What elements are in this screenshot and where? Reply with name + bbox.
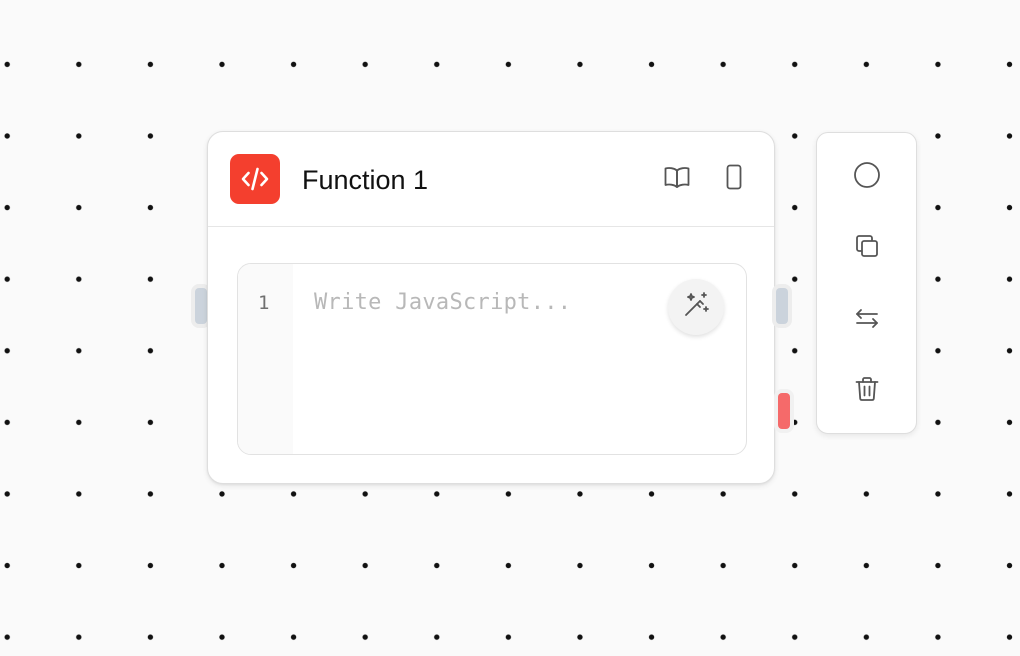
- smartphone-icon: [719, 162, 749, 197]
- workflow-canvas[interactable]: Function 1 1 Write JavaScript...: [0, 0, 1020, 656]
- input-handle[interactable]: [195, 288, 207, 324]
- book-icon: [662, 162, 692, 197]
- magic-wand-icon: [681, 290, 711, 325]
- swap-arrows-icon: [852, 303, 882, 338]
- editor-gutter: 1: [238, 264, 293, 454]
- node-toolbar: [816, 132, 917, 434]
- mobile-button[interactable]: [717, 162, 751, 196]
- code-editor[interactable]: 1 Write JavaScript...: [237, 263, 747, 455]
- output-handle[interactable]: [776, 288, 788, 324]
- swap-button[interactable]: [847, 300, 887, 340]
- code-icon: [230, 154, 280, 204]
- node-title: Function 1: [302, 165, 429, 195]
- docs-button[interactable]: [660, 162, 694, 196]
- code-input[interactable]: Write JavaScript...: [314, 290, 571, 315]
- duplicate-button[interactable]: [847, 228, 887, 268]
- function-node[interactable]: Function 1 1 Write JavaScript...: [207, 131, 775, 484]
- error-output-handle[interactable]: [778, 393, 790, 429]
- ai-assist-button[interactable]: [668, 279, 724, 335]
- circle-icon: [852, 160, 882, 195]
- toggle-button[interactable]: [847, 157, 887, 197]
- node-header: Function 1: [208, 132, 774, 227]
- delete-button[interactable]: [847, 371, 887, 411]
- line-number: 1: [258, 292, 270, 314]
- trash-icon: [852, 374, 882, 409]
- copy-icon: [852, 231, 882, 266]
